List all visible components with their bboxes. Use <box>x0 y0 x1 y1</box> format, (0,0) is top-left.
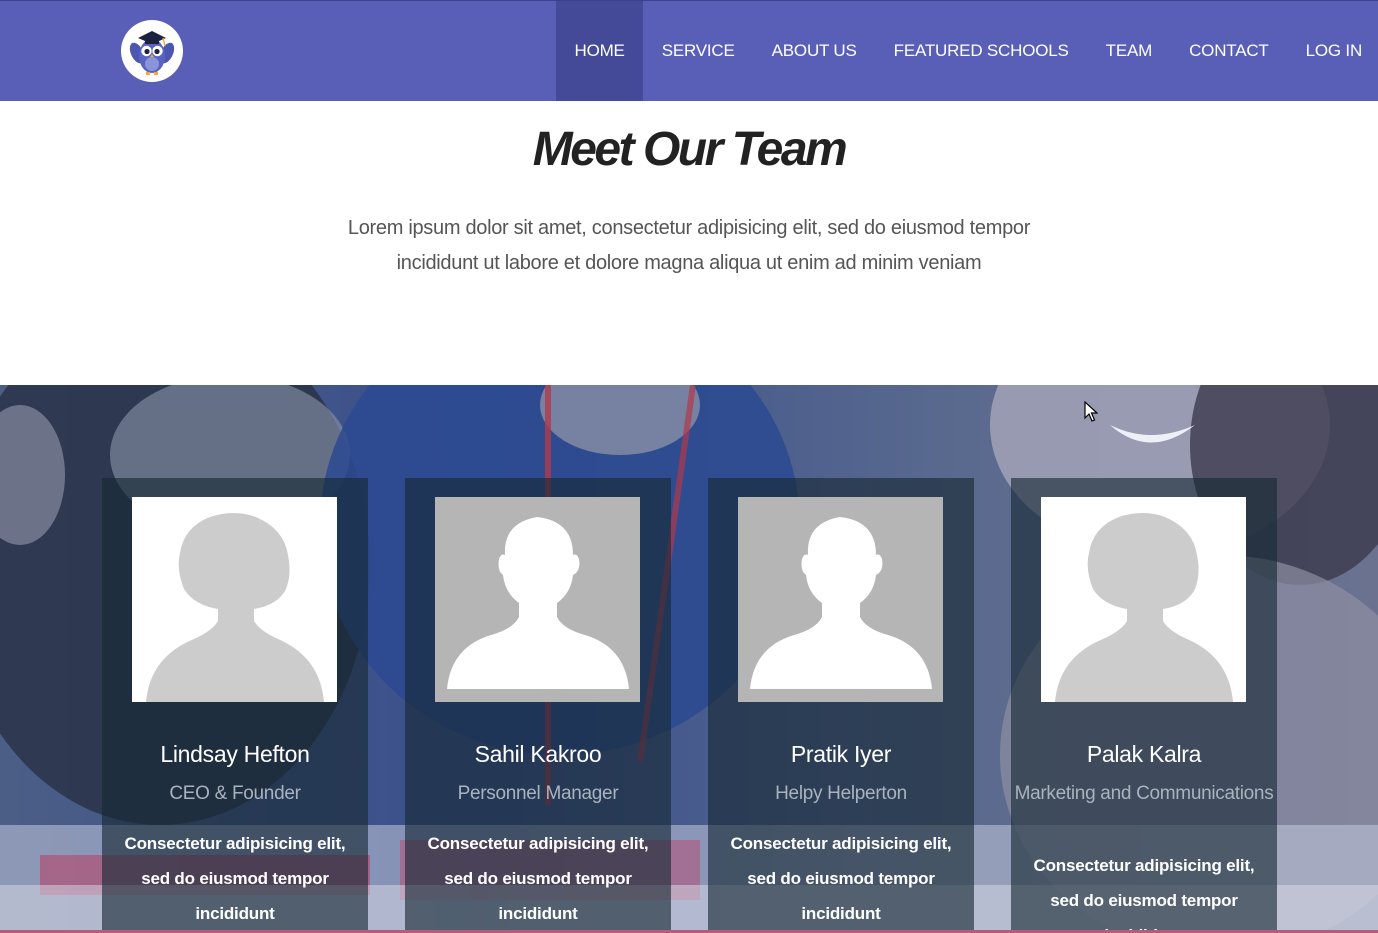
intro-line-2: incididunt ut labore et dolore magna ali… <box>396 252 982 274</box>
team-member-name: Lindsay Hefton <box>160 741 310 767</box>
team-member-role: Marketing and Communications <box>1014 783 1274 804</box>
nav-item-team[interactable]: TEAM <box>1087 1 1170 101</box>
team-card: Palak Kalra Marketing and Communications… <box>1011 478 1277 930</box>
section-intro: Lorem ipsum dolor sit amet, consectetur … <box>300 211 1078 281</box>
top-navbar: HOME SERVICE ABOUT US FEATURED SCHOOLS T… <box>0 0 1378 101</box>
team-member-role: Personnel Manager <box>457 783 619 804</box>
nav-item-about-us[interactable]: ABOUT US <box>753 1 875 101</box>
nav-menu: HOME SERVICE ABOUT US FEATURED SCHOOLS T… <box>556 1 1362 101</box>
team-card: Sahil Kakroo Personnel Manager Consectet… <box>405 478 671 930</box>
male-avatar-icon <box>435 497 640 702</box>
team-member-name: Sahil Kakroo <box>474 741 602 767</box>
owl-graduate-icon <box>129 31 175 75</box>
nav-item-contact[interactable]: CONTACT <box>1171 1 1288 101</box>
female-avatar-icon <box>1041 497 1246 702</box>
team-member-description: Consectetur adipisicing elit, sed do eiu… <box>124 834 346 923</box>
mouse-cursor-icon <box>1084 401 1098 422</box>
nav-item-home[interactable]: HOME <box>556 1 644 101</box>
team-card: Pratik Iyer Helpy Helperton Consectetur … <box>708 478 974 930</box>
nav-item-service[interactable]: SERVICE <box>643 1 753 101</box>
nav-item-featured-schools[interactable]: FEATURED SCHOOLS <box>875 1 1087 101</box>
team-member-description: Consectetur adipisicing elit, sed do eiu… <box>730 834 952 923</box>
team-member-role: CEO & Founder <box>169 783 301 804</box>
section-title: Meet Our Team <box>532 123 848 176</box>
nav-item-log-in[interactable]: LOG IN <box>1287 1 1378 101</box>
team-card: Lindsay Hefton CEO & Founder Consectetur… <box>102 478 368 930</box>
team-member-description: Consectetur adipisicing elit, sed do eiu… <box>427 834 649 923</box>
intro-line-1: Lorem ipsum dolor sit amet, consectetur … <box>347 217 1031 239</box>
site-logo[interactable] <box>121 20 183 82</box>
team-member-role: Helpy Helperton <box>775 783 907 804</box>
female-avatar-icon <box>132 497 337 702</box>
male-avatar-icon <box>738 497 943 702</box>
team-member-description: Consectetur adipisicing elit, sed do eiu… <box>1033 856 1255 930</box>
team-member-name: Palak Kalra <box>1086 741 1202 767</box>
team-member-name: Pratik Iyer <box>790 741 892 767</box>
